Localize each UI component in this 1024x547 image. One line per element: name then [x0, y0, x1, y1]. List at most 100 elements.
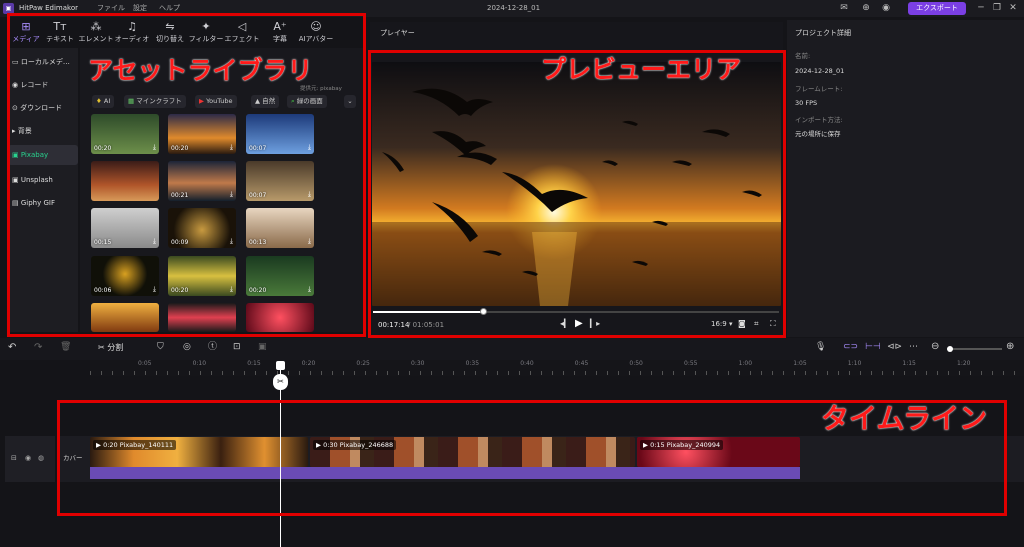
ruler-label: 0:30	[411, 360, 425, 367]
ruler-tick	[794, 371, 795, 375]
ruler-tick	[871, 371, 872, 375]
ruler-tick	[486, 371, 487, 375]
ruler-tick	[926, 371, 927, 375]
ruler-tick	[464, 371, 465, 375]
ruler-label: 0:15	[247, 360, 261, 367]
ruler-tick	[640, 371, 641, 375]
scissors-icon: ✂	[98, 343, 108, 352]
ruler-tick	[574, 371, 575, 375]
ruler-label: 0:20	[301, 360, 316, 367]
ruler-tick	[354, 371, 355, 375]
ruler-tick	[90, 371, 91, 375]
ruler-tick	[167, 371, 168, 375]
field-value: 元の場所に保存	[795, 130, 841, 138]
fit-icon[interactable]: ⊲⊳	[887, 343, 902, 352]
ruler-tick	[189, 371, 190, 375]
ruler-tick	[420, 371, 421, 375]
text-tool-icon[interactable]: ⓣ	[208, 343, 217, 352]
download-icon[interactable]: ⊕	[860, 2, 872, 14]
zoom-slider-knob[interactable]	[947, 346, 953, 352]
details-title: プロジェクト詳細	[795, 29, 851, 37]
close-icon[interactable]: ✕	[1007, 2, 1019, 14]
ruler-tick	[134, 371, 135, 375]
ruler-tick	[772, 371, 773, 375]
zoom-slider[interactable]	[947, 348, 1002, 350]
maximize-icon[interactable]: ❐	[991, 2, 1003, 14]
undo-icon[interactable]: ↶	[8, 343, 16, 353]
ruler-tick	[222, 371, 223, 375]
library-annotation: アセットライブラリ	[88, 56, 313, 85]
ruler-label: 1:15	[902, 360, 916, 367]
ruler-tick	[519, 371, 520, 375]
ruler-tick	[178, 371, 179, 375]
ruler-tick	[1003, 371, 1004, 375]
ruler-tick	[618, 371, 619, 375]
split-button[interactable]: ✂ 分割	[98, 344, 123, 352]
ruler-tick	[805, 371, 806, 375]
ruler-tick	[728, 371, 729, 375]
ruler-tick	[255, 371, 256, 375]
scissors-icon[interactable]: ✂	[273, 374, 288, 390]
more-icon[interactable]: ⋯	[909, 343, 918, 352]
ruler-tick	[992, 371, 993, 375]
crop-tool-icon[interactable]: ▣	[258, 343, 267, 352]
lock-icon[interactable]: ◍	[38, 455, 44, 462]
ruler-tick	[508, 371, 509, 375]
ruler-tick	[475, 371, 476, 375]
ruler-tick	[717, 371, 718, 375]
ruler-tick	[684, 371, 685, 375]
minimize-icon[interactable]: ─	[975, 2, 987, 14]
link-icon[interactable]: ⊂⊃	[843, 343, 858, 352]
menu-help[interactable]: ヘルプ	[159, 5, 180, 12]
ruler-tick	[860, 371, 861, 375]
ruler-tick	[101, 371, 102, 375]
delete-icon[interactable]: 🗑	[60, 343, 71, 352]
ai-tool-icon[interactable]: ⊡	[233, 343, 241, 352]
ruler-label: 0:05	[138, 360, 152, 367]
speed-icon[interactable]: ◎	[183, 343, 191, 352]
zoom-in-icon[interactable]: ⊕	[1006, 342, 1014, 352]
ruler-label: 0:25	[356, 360, 370, 367]
ruler-tick	[145, 371, 146, 375]
ruler-label: 1:00	[738, 360, 753, 367]
timeline-ruler[interactable]	[90, 360, 1024, 376]
ruler-label: 0:45	[574, 360, 589, 367]
export-button[interactable]: エクスポート	[908, 2, 966, 15]
field-value: 30 FPS	[795, 99, 818, 107]
snap-icon[interactable]: ⊢⊣	[865, 343, 881, 352]
zoom-out-icon[interactable]: ⊖	[931, 342, 939, 352]
timeline-annotation: タイムライン	[821, 402, 988, 435]
ruler-tick	[959, 371, 960, 375]
ruler-tick	[453, 371, 454, 375]
ruler-tick	[739, 371, 740, 375]
account-icon[interactable]: ◉	[880, 2, 892, 14]
ruler-tick	[695, 371, 696, 375]
playhead-handle[interactable]	[276, 361, 285, 370]
ruler-tick	[563, 371, 564, 375]
field-label: フレームレート:	[795, 85, 843, 93]
ruler-tick	[838, 371, 839, 375]
ruler-tick	[497, 371, 498, 375]
menu-file[interactable]: ファイル	[97, 5, 125, 12]
microphone-icon[interactable]: 🎙	[815, 343, 826, 352]
menu-settings[interactable]: 設定	[133, 5, 147, 12]
ruler-tick	[552, 371, 553, 375]
ruler-tick	[398, 371, 399, 375]
ruler-tick	[365, 371, 366, 375]
ruler-tick	[530, 371, 531, 375]
ruler-label: 1:10	[847, 360, 862, 367]
ruler-tick	[332, 371, 333, 375]
preview-highlight-box	[368, 50, 786, 338]
ruler-tick	[816, 371, 817, 375]
preview-annotation: プレビューエリア	[541, 55, 742, 84]
ruler-tick	[827, 371, 828, 375]
ruler-tick	[607, 371, 608, 375]
ruler-tick	[970, 371, 971, 375]
ruler-tick	[211, 371, 212, 375]
redo-icon[interactable]: ↷	[34, 343, 42, 353]
marker-icon[interactable]: ⛉	[157, 343, 164, 352]
visibility-icon[interactable]: ◉	[25, 455, 31, 462]
ruler-tick	[431, 371, 432, 375]
ruler-tick	[387, 371, 388, 375]
feedback-icon[interactable]: ✉	[838, 2, 850, 14]
